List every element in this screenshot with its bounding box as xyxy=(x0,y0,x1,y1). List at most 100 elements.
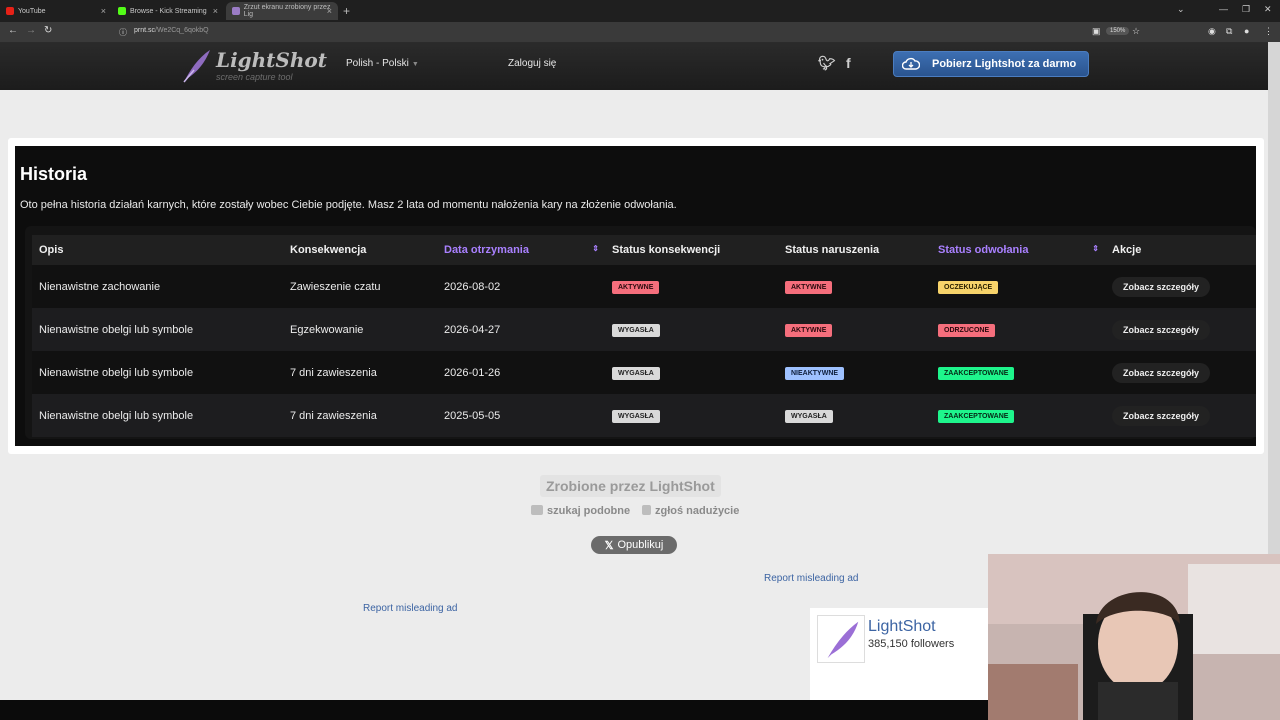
history-title: Historia xyxy=(20,164,88,184)
lightshot-icon xyxy=(232,7,240,15)
close-window-button[interactable]: ✕ xyxy=(1264,4,1272,15)
col-odwolania-label: Status odwołania xyxy=(938,244,1029,256)
status-badge: AKTYWNE xyxy=(785,280,833,294)
cell-opis: Nienawistne zachowanie xyxy=(32,265,283,308)
camera-icon xyxy=(531,505,543,515)
status-badge: NIEAKTYWNE xyxy=(785,366,845,380)
screen-icon[interactable]: ▣ xyxy=(1092,26,1101,37)
table-row: Nienawistne obelgi lub symbole 7 dni zaw… xyxy=(32,351,1256,394)
history-table: Opis Konsekwencja Data otrzymania ⇕ Statu… xyxy=(32,235,1256,437)
history-description: Oto pełna historia działań karnych, któr… xyxy=(20,199,677,211)
language-select[interactable]: Polish - Polski ▼ xyxy=(346,58,419,69)
col-konsekwencja: Konsekwencja xyxy=(283,235,437,265)
table-row: Nienawistne obelgi lub symbole 7 dni zaw… xyxy=(32,394,1256,437)
cell-status-naruszenia: NIEAKTYWNE xyxy=(778,351,931,394)
publish-label: Opublikuj xyxy=(617,539,664,551)
col-status-odwolania[interactable]: Status odwołania ⇕ xyxy=(931,235,1105,265)
col-akcje: Akcje xyxy=(1105,235,1256,265)
feather-logo-icon xyxy=(183,50,210,83)
maximize-button[interactable]: ❐ xyxy=(1242,4,1250,15)
puzzle-icon[interactable]: ⧉ xyxy=(1226,26,1232,37)
sort-icon: ⇕ xyxy=(592,244,599,253)
cell-akcje: Zobacz szczegóły xyxy=(1105,394,1256,437)
status-badge: WYGASŁA xyxy=(612,366,660,380)
close-icon[interactable]: × xyxy=(327,6,332,16)
close-icon[interactable]: × xyxy=(101,6,106,16)
new-tab-button[interactable]: + xyxy=(343,4,350,18)
cell-status-konsekwencji: WYGASŁA xyxy=(605,308,778,351)
details-button: Zobacz szczegóły xyxy=(1112,276,1211,297)
tab-lightshot[interactable]: Zrzut ekranu zrobiony przez Lig × xyxy=(226,2,338,20)
logo-text[interactable]: LightShot xyxy=(216,48,327,72)
youtube-icon xyxy=(6,7,14,15)
search-similar-label: szukaj podobne xyxy=(547,505,631,517)
cell-status-konsekwencji: AKTYWNE xyxy=(605,265,778,308)
cell-opis: Nienawistne obelgi lub symbole xyxy=(32,351,283,394)
cell-status-naruszenia: WYGASŁA xyxy=(778,394,931,437)
col-status-konsekwencji: Status konsekwencji xyxy=(605,235,778,265)
extension-icon[interactable]: ◉ xyxy=(1208,26,1216,37)
cell-data: 2026-08-02 xyxy=(437,265,605,308)
fb-page-name[interactable]: LightShot xyxy=(868,618,936,636)
download-button[interactable]: Pobierz Lightshot za darmo xyxy=(893,51,1089,77)
tab-youtube[interactable]: YouTube × xyxy=(0,2,112,20)
reload-icon[interactable]: ↻ xyxy=(44,25,52,36)
sort-icon: ⇕ xyxy=(1092,244,1099,253)
twitter-icon[interactable]: 🐦︎ xyxy=(818,55,836,72)
url-host: prnt.sc xyxy=(134,27,156,34)
site-info-icon[interactable]: ⓘ xyxy=(119,27,127,38)
forward-icon[interactable]: → xyxy=(26,25,36,36)
status-badge: ZAAKCEPTOWANE xyxy=(938,409,1015,423)
zoom-level[interactable]: 150% xyxy=(1106,27,1130,35)
cell-data: 2026-04-27 xyxy=(437,308,605,351)
webcam-overlay xyxy=(988,554,1280,720)
status-badge: ZAAKCEPTOWANE xyxy=(938,366,1015,380)
table-row: Nienawistne obelgi lub symbole Egzekwowa… xyxy=(32,308,1256,351)
profile-icon[interactable]: ● xyxy=(1244,26,1249,36)
cell-konsekwencja: 7 dni zawieszenia xyxy=(283,394,437,437)
address-bar: ← → ↻ ⓘ prnt.sc/We2Cq_6qokbQ ▣ 150% ☆ ◉ … xyxy=(0,22,1280,42)
facebook-icon[interactable]: f xyxy=(846,55,851,71)
cell-status-konsekwencji: WYGASŁA xyxy=(605,394,778,437)
status-badge: AKTYWNE xyxy=(612,280,660,294)
table-header-row: Opis Konsekwencja Data otrzymania ⇕ Statu… xyxy=(32,235,1256,265)
made-by-label: Zrobione przez LightShot xyxy=(540,475,721,497)
cell-status-naruszenia: AKTYWNE xyxy=(778,265,931,308)
cell-status-odwolania: ZAAKCEPTOWANE xyxy=(931,394,1105,437)
url-field[interactable]: prnt.sc/We2Cq_6qokbQ xyxy=(134,27,209,34)
fb-followers: 385,150 followers xyxy=(868,638,955,650)
status-badge: OCZEKUJĄCE xyxy=(938,280,999,294)
minimize-button[interactable]: — xyxy=(1219,4,1228,14)
cell-akcje: Zobacz szczegóły xyxy=(1105,265,1256,308)
report-ad-link[interactable]: Report misleading ad xyxy=(764,573,859,584)
close-icon[interactable]: × xyxy=(213,6,218,16)
details-button: Zobacz szczegóły xyxy=(1112,405,1211,426)
tab-list-icon[interactable]: ⌄ xyxy=(1177,4,1185,15)
col-data[interactable]: Data otrzymania ⇕ xyxy=(437,235,605,265)
star-icon[interactable]: ☆ xyxy=(1132,26,1140,37)
screenshot-image: Historia Oto pełna historia działań karn… xyxy=(15,146,1256,446)
table-row: Nienawistne zachowanie Zawieszenie czatu… xyxy=(32,265,1256,308)
cell-status-odwolania: ZAAKCEPTOWANE xyxy=(931,351,1105,394)
browser-tab-bar: YouTube × Browse - Kick Streaming × Zrzu… xyxy=(0,0,1280,22)
cell-status-odwolania: ODRZUCONE xyxy=(931,308,1105,351)
report-abuse-label: zgłoś nadużycie xyxy=(655,505,740,517)
col-opis: Opis xyxy=(32,235,283,265)
chevron-down-icon: ▼ xyxy=(411,61,419,68)
cell-status-odwolania: OCZEKUJĄCE xyxy=(931,265,1105,308)
status-badge: WYGASŁA xyxy=(785,409,833,423)
cell-konsekwencja: Zawieszenie czatu xyxy=(283,265,437,308)
search-similar-link[interactable]: szukaj podobne xyxy=(531,505,630,517)
cell-status-naruszenia: AKTYWNE xyxy=(778,308,931,351)
report-abuse-link[interactable]: zgłoś nadużycie xyxy=(642,505,739,517)
back-icon[interactable]: ← xyxy=(8,25,18,36)
publish-x-button[interactable]: 𝕏 Opublikuj xyxy=(591,536,677,554)
login-link[interactable]: Zaloguj się xyxy=(508,58,556,69)
status-badge: ODRZUCONE xyxy=(938,323,996,337)
kick-icon xyxy=(118,7,126,15)
lightshot-feather-icon[interactable] xyxy=(817,615,865,663)
status-badge: WYGASŁA xyxy=(612,409,660,423)
tab-kick[interactable]: Browse - Kick Streaming × xyxy=(112,2,224,20)
menu-icon[interactable]: ⋮ xyxy=(1264,26,1273,37)
report-ad-link[interactable]: Report misleading ad xyxy=(363,603,458,614)
